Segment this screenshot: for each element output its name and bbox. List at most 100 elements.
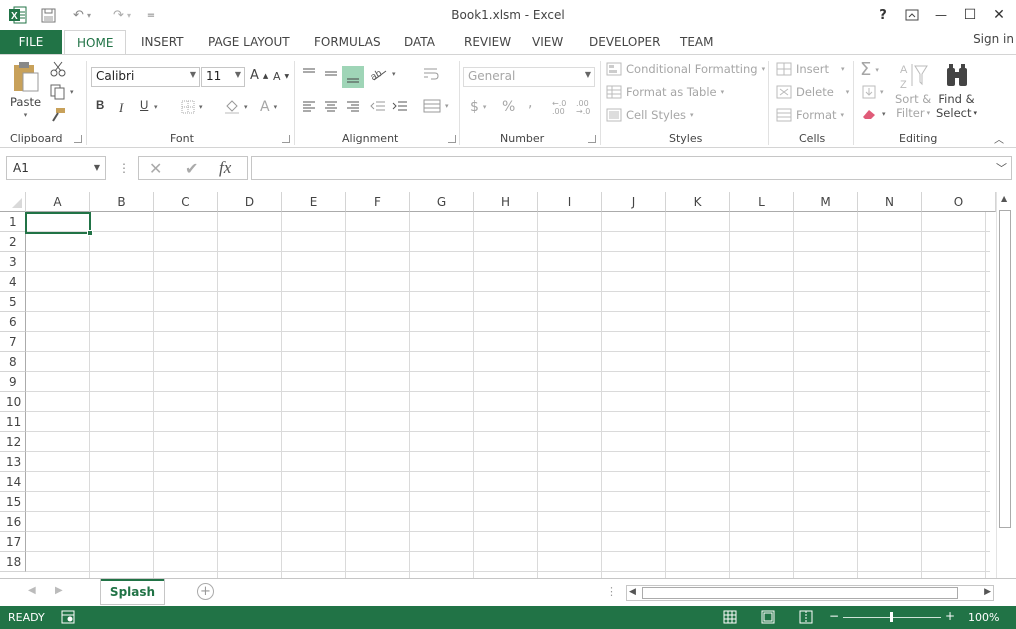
format-cells-button[interactable]: Format ▾ bbox=[776, 108, 844, 122]
zoom-out-icon[interactable]: − bbox=[829, 609, 839, 623]
horizontal-scroll-thumb[interactable] bbox=[642, 587, 958, 599]
column-header-f[interactable]: F bbox=[346, 192, 410, 212]
underline-button[interactable]: U bbox=[140, 100, 148, 112]
copy-button[interactable]: ▾ bbox=[50, 84, 74, 100]
sheet-tab-splash[interactable]: Splash bbox=[100, 579, 165, 605]
column-header-c[interactable]: C bbox=[154, 192, 218, 212]
column-header-a[interactable]: A bbox=[26, 192, 90, 212]
column-header-d[interactable]: D bbox=[218, 192, 282, 212]
row-header-15[interactable]: 15 bbox=[0, 492, 26, 512]
column-header-l[interactable]: L bbox=[730, 192, 794, 212]
fill-color-button[interactable]: ▾ bbox=[224, 100, 248, 114]
row-header-1[interactable]: 1 bbox=[0, 212, 26, 232]
column-header-i[interactable]: I bbox=[538, 192, 602, 212]
cut-button[interactable] bbox=[50, 61, 66, 77]
page-layout-view-icon[interactable] bbox=[761, 610, 775, 627]
row-header-3[interactable]: 3 bbox=[0, 252, 26, 272]
tab-formulas[interactable]: FORMULAS bbox=[314, 30, 381, 54]
row-header-12[interactable]: 12 bbox=[0, 432, 26, 452]
row-header-2[interactable]: 2 bbox=[0, 232, 26, 252]
font-color-button[interactable]: A ▾ bbox=[260, 99, 277, 115]
insert-cells-button[interactable]: Insert ▾ bbox=[776, 62, 845, 76]
split-grip-icon[interactable]: ⋮ bbox=[606, 585, 617, 598]
font-name-combo[interactable]: Calibri ▼ bbox=[91, 67, 200, 87]
delete-cells-button[interactable]: Delete ▾ bbox=[776, 85, 849, 99]
cancel-entry-icon[interactable]: ✕ bbox=[149, 159, 162, 178]
increase-indent-button[interactable] bbox=[392, 100, 408, 112]
row-header-8[interactable]: 8 bbox=[0, 352, 26, 372]
autosum-button[interactable]: Σ ▾ bbox=[860, 59, 879, 80]
new-sheet-button[interactable]: + bbox=[197, 583, 214, 600]
column-header-j[interactable]: J bbox=[602, 192, 666, 212]
alignment-launcher-icon[interactable] bbox=[448, 135, 456, 143]
increase-decimal-button[interactable]: ←.0 .00 bbox=[552, 100, 572, 116]
row-header-18[interactable]: 18 bbox=[0, 552, 26, 572]
row-header-10[interactable]: 10 bbox=[0, 392, 26, 412]
vertical-scroll-thumb[interactable] bbox=[999, 210, 1011, 528]
wrap-text-button[interactable] bbox=[423, 67, 439, 81]
zoom-level[interactable]: 100% bbox=[968, 611, 999, 624]
row-header-5[interactable]: 5 bbox=[0, 292, 26, 312]
next-sheet-icon[interactable]: ▶ bbox=[55, 585, 63, 596]
tab-developer[interactable]: DEVELOPER bbox=[589, 30, 660, 54]
grow-font-button[interactable]: A ▲ bbox=[250, 68, 268, 83]
scroll-right-icon[interactable]: ▶ bbox=[984, 587, 991, 597]
help-button[interactable]: ? bbox=[870, 4, 896, 26]
decrease-decimal-button[interactable]: .00 →.0 bbox=[576, 100, 596, 116]
expand-formula-bar-icon[interactable]: ﹀ bbox=[996, 160, 1007, 176]
tab-team[interactable]: TEAM bbox=[680, 30, 713, 54]
row-header-9[interactable]: 9 bbox=[0, 372, 26, 392]
collapse-ribbon-button[interactable]: ︿ bbox=[994, 131, 1004, 146]
close-button[interactable]: ✕ bbox=[986, 4, 1012, 26]
name-box[interactable]: A1 ▼ bbox=[6, 156, 106, 180]
fill-button[interactable]: ▾ bbox=[862, 85, 884, 99]
align-middle-button[interactable] bbox=[324, 67, 338, 79]
tab-view[interactable]: VIEW bbox=[532, 30, 563, 54]
number-format-combo[interactable]: General ▼ bbox=[463, 67, 595, 87]
row-header-14[interactable]: 14 bbox=[0, 472, 26, 492]
select-all-button[interactable] bbox=[0, 192, 26, 212]
minimize-button[interactable]: — bbox=[928, 4, 954, 26]
font-size-combo[interactable]: 11 ▼ bbox=[201, 67, 245, 87]
zoom-in-icon[interactable]: + bbox=[945, 609, 955, 623]
page-break-view-icon[interactable] bbox=[799, 610, 813, 627]
column-header-e[interactable]: E bbox=[282, 192, 346, 212]
conditional-formatting-button[interactable]: Conditional Formatting ▾ bbox=[606, 62, 765, 76]
ribbon-display-options-button[interactable] bbox=[899, 4, 925, 26]
macro-record-icon[interactable] bbox=[61, 610, 75, 627]
prev-sheet-icon[interactable]: ◀ bbox=[28, 585, 36, 596]
column-header-b[interactable]: B bbox=[90, 192, 154, 212]
format-as-table-button[interactable]: Format as Table ▾ bbox=[606, 85, 724, 99]
clear-button[interactable]: ▾ bbox=[862, 108, 886, 120]
cell-styles-button[interactable]: Cell Styles ▾ bbox=[606, 108, 694, 122]
merge-center-button[interactable]: ▾ bbox=[423, 99, 449, 113]
scroll-up-icon[interactable]: ▲ bbox=[1001, 194, 1007, 203]
orientation-button[interactable]: ab ▾ bbox=[370, 67, 396, 81]
column-header-g[interactable]: G bbox=[410, 192, 474, 212]
number-launcher-icon[interactable] bbox=[588, 135, 596, 143]
row-header-17[interactable]: 17 bbox=[0, 532, 26, 552]
align-top-button[interactable] bbox=[302, 67, 316, 79]
paste-button[interactable]: Paste ▾ bbox=[10, 61, 41, 119]
insert-function-button[interactable]: fx bbox=[219, 158, 231, 178]
cell-area[interactable] bbox=[26, 212, 990, 578]
format-painter-button[interactable] bbox=[50, 107, 66, 123]
clipboard-launcher-icon[interactable] bbox=[74, 135, 82, 143]
row-header-11[interactable]: 11 bbox=[0, 412, 26, 432]
zoom-slider-thumb[interactable] bbox=[890, 612, 893, 622]
formula-input[interactable]: ﹀ bbox=[251, 156, 1012, 180]
horizontal-scrollbar[interactable]: ◀ ▶ bbox=[626, 585, 994, 601]
column-header-n[interactable]: N bbox=[858, 192, 922, 212]
column-header-k[interactable]: K bbox=[666, 192, 730, 212]
comma-button[interactable]: , bbox=[528, 95, 532, 111]
confirm-entry-icon[interactable]: ✔ bbox=[185, 159, 198, 178]
column-header-o[interactable]: O bbox=[922, 192, 996, 212]
borders-button[interactable]: ▾ bbox=[181, 100, 203, 114]
row-header-13[interactable]: 13 bbox=[0, 452, 26, 472]
sort-filter-button[interactable]: AZ Sort & Filter ▾ bbox=[895, 60, 931, 120]
currency-button[interactable]: $ ▾ bbox=[470, 99, 486, 115]
tab-home[interactable]: HOME bbox=[64, 30, 127, 55]
align-left-button[interactable] bbox=[302, 100, 316, 112]
italic-button[interactable]: I bbox=[119, 100, 123, 116]
align-bottom-button[interactable] bbox=[342, 66, 364, 88]
